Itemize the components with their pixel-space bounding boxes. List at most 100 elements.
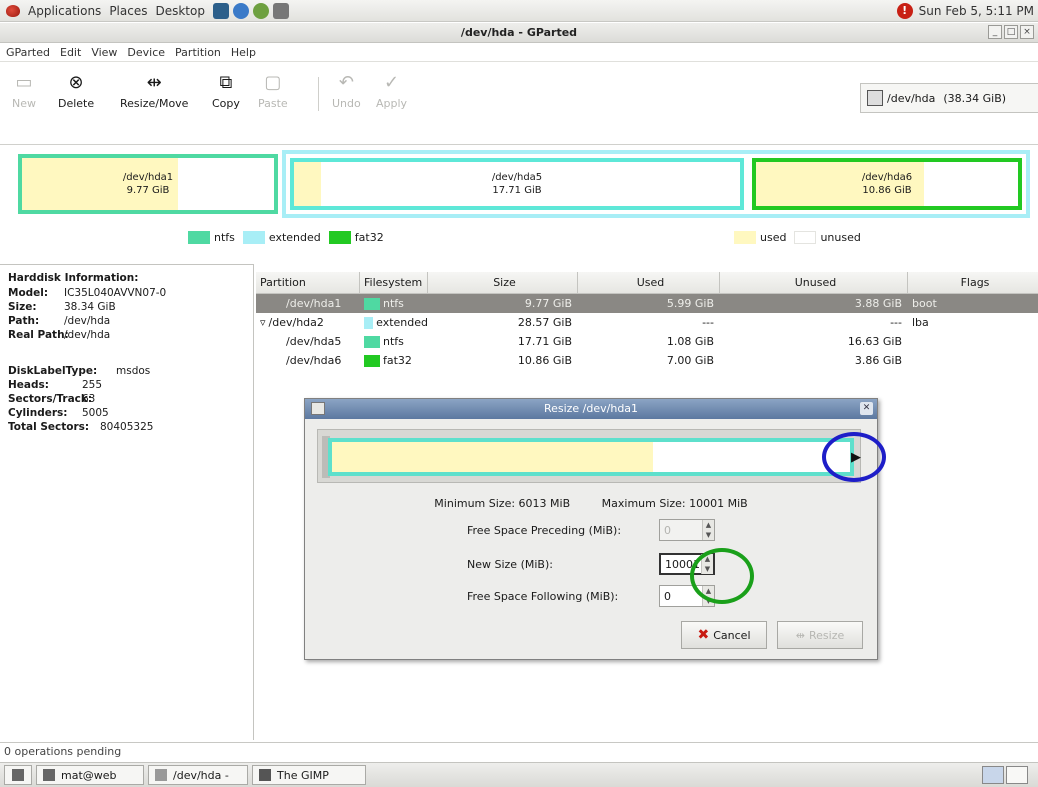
- copy-label: Copy: [212, 97, 240, 110]
- apply-label: Apply: [376, 97, 408, 110]
- taskbar-label: The GIMP: [277, 768, 329, 782]
- maximize-button[interactable]: □: [1004, 25, 1018, 39]
- legend-ntfs: ntfs: [214, 230, 235, 244]
- filesystem-swatch: [364, 354, 380, 367]
- filesystem-swatch: [364, 297, 380, 310]
- info-cylinders-value: 5005: [82, 407, 109, 419]
- panel-menu-applications[interactable]: Applications: [28, 4, 101, 18]
- col-filesystem[interactable]: Filesystem: [360, 272, 428, 293]
- free-space-following-label: Free Space Following (MiB):: [467, 589, 619, 603]
- legend-used: used: [760, 230, 787, 244]
- col-partition[interactable]: Partition: [256, 272, 360, 293]
- delete-button[interactable]: ⊗ Delete: [58, 71, 94, 111]
- window-title: /dev/hda - GParted: [460, 26, 578, 39]
- col-flags[interactable]: Flags: [908, 272, 1038, 293]
- paste-label: Paste: [258, 97, 288, 110]
- col-size[interactable]: Size: [428, 272, 578, 293]
- toolbar: ▭ New ⊗ Delete ⇹ Resize/Move ⧉ Copy ▢ Pa…: [0, 63, 1038, 145]
- cell-used: ---: [702, 316, 714, 329]
- annotation-blue-circle: [822, 432, 886, 482]
- dialog-close-icon[interactable]: ✕: [860, 402, 873, 415]
- menu-help[interactable]: Help: [231, 46, 256, 59]
- workspace-switcher[interactable]: [982, 766, 1028, 784]
- filesystem-name: ntfs: [383, 335, 404, 348]
- table-header: Partition Filesystem Size Used Unused Fl…: [256, 272, 1038, 294]
- cell-partition: /dev/hda5: [256, 335, 360, 348]
- info-heads-key: Heads:: [8, 379, 49, 391]
- info-totalsectors-value: 80405325: [100, 421, 154, 433]
- disk-map-partition-hda5[interactable]: /dev/hda5 17.71 GiB: [290, 158, 744, 210]
- launcher-network-icon[interactable]: [252, 2, 269, 19]
- table-row[interactable]: ▿/dev/hda2 extended 28.57 GiB --- --- lba: [256, 313, 1038, 332]
- workspace-2[interactable]: [1006, 766, 1028, 784]
- undo-button[interactable]: ↶ Undo: [332, 71, 361, 111]
- harddisk-info-pane: Harddisk Information: Model: IC35L040AVVN…: [0, 264, 254, 740]
- resize-move-icon: ⇹: [146, 71, 162, 93]
- table-row[interactable]: /dev/hda5 ntfs 17.71 GiB 1.08 GiB 16.63 GiB: [256, 332, 1038, 351]
- close-window-button[interactable]: ×: [1020, 25, 1034, 39]
- launcher-gimp-icon[interactable]: [272, 2, 289, 19]
- col-used[interactable]: Used: [578, 272, 720, 293]
- show-desktop-button[interactable]: [4, 765, 32, 785]
- resize-move-label: Resize/Move: [120, 97, 189, 110]
- table-row[interactable]: /dev/hda6 fat32 10.86 GiB 7.00 GiB 3.86 GiB: [256, 351, 1038, 370]
- gimp-icon: [259, 769, 271, 781]
- launcher-browser-icon[interactable]: [232, 2, 249, 19]
- disk-map-partition-hda6[interactable]: /dev/hda6 10.86 GiB: [752, 158, 1022, 210]
- info-sectors-value: 63: [82, 393, 96, 405]
- apply-icon: ✓: [383, 71, 400, 93]
- resize-label: Resize: [808, 628, 845, 642]
- menu-edit[interactable]: Edit: [60, 46, 81, 59]
- resize-button[interactable]: ⇹ Resize: [777, 621, 863, 649]
- cell-filesystem: fat32: [360, 354, 428, 367]
- panel-menu-places[interactable]: Places: [109, 4, 147, 18]
- resizer-partition-frame[interactable]: [328, 438, 854, 476]
- legend-extended: extended: [268, 230, 321, 244]
- taskbar-item-gparted[interactable]: /dev/hda -: [148, 765, 248, 785]
- window-titlebar[interactable]: /dev/hda - GParted _ □ ×: [0, 23, 1038, 43]
- launcher-terminal-icon[interactable]: [212, 2, 229, 19]
- cell-unused: 3.88 GiB: [854, 297, 902, 310]
- free-space-preceding-spinner[interactable]: 0 ▲ ▼: [659, 519, 715, 541]
- filesystem-swatch: [364, 335, 380, 348]
- paste-button[interactable]: ▢ Paste: [258, 71, 288, 111]
- cell-size: 17.71 GiB: [517, 335, 572, 348]
- fat32-swatch: [328, 230, 351, 244]
- update-notifier-icon[interactable]: !: [896, 3, 913, 19]
- delete-icon: ⊗: [68, 71, 84, 93]
- info-sectors-key: Sectors/Track:: [8, 393, 93, 405]
- free-space-following-row: Free Space Following (MiB): 0 ▲ ▼: [467, 585, 715, 607]
- dialog-titlebar[interactable]: Resize /dev/hda1 ✕: [305, 399, 877, 419]
- taskbar-item-gimp[interactable]: The GIMP: [252, 765, 366, 785]
- partition-name: /dev/hda1: [122, 172, 174, 183]
- taskbar-label: /dev/hda -: [173, 768, 229, 782]
- device-selector[interactable]: /dev/hda (38.34 GiB): [860, 83, 1038, 113]
- terminal-icon: [43, 769, 55, 781]
- disk-map-partition-hda1[interactable]: /dev/hda1 9.77 GiB: [18, 154, 278, 214]
- info-path-key: Path:: [8, 315, 40, 327]
- workspace-1[interactable]: [982, 766, 1004, 784]
- col-unused[interactable]: Unused: [720, 272, 908, 293]
- partition-name: /dev/hda1: [286, 297, 342, 310]
- spinner-arrows-icon[interactable]: ▲ ▼: [702, 520, 714, 540]
- menu-partition[interactable]: Partition: [175, 46, 221, 59]
- partition-resizer[interactable]: ▶: [317, 429, 861, 483]
- expander-icon[interactable]: ▿: [260, 316, 266, 329]
- cell-used: 5.99 GiB: [666, 297, 714, 310]
- cancel-button[interactable]: ✖ Cancel: [681, 621, 767, 649]
- maximum-size: Maximum Size: 10001 MiB: [601, 497, 748, 510]
- cell-used: 1.08 GiB: [666, 335, 714, 348]
- resize-move-button[interactable]: ⇹ Resize/Move: [120, 71, 189, 111]
- panel-clock[interactable]: Sun Feb 5, 5:11 PM: [919, 4, 1034, 18]
- copy-button[interactable]: ⧉ Copy: [212, 71, 240, 111]
- minimize-button[interactable]: _: [988, 25, 1002, 39]
- table-row[interactable]: /dev/hda1 ntfs 9.77 GiB 5.99 GiB 3.88 GiB boo…: [256, 294, 1038, 313]
- panel-menu-desktop[interactable]: Desktop: [155, 4, 205, 18]
- menu-view[interactable]: View: [91, 46, 117, 59]
- distro-logo-icon[interactable]: [6, 4, 20, 17]
- taskbar-item-terminal[interactable]: mat@web: [36, 765, 144, 785]
- menu-device[interactable]: Device: [127, 46, 165, 59]
- new-button[interactable]: ▭ New: [12, 71, 36, 111]
- menu-gparted[interactable]: GParted: [6, 46, 50, 59]
- apply-button[interactable]: ✓ Apply: [376, 71, 408, 111]
